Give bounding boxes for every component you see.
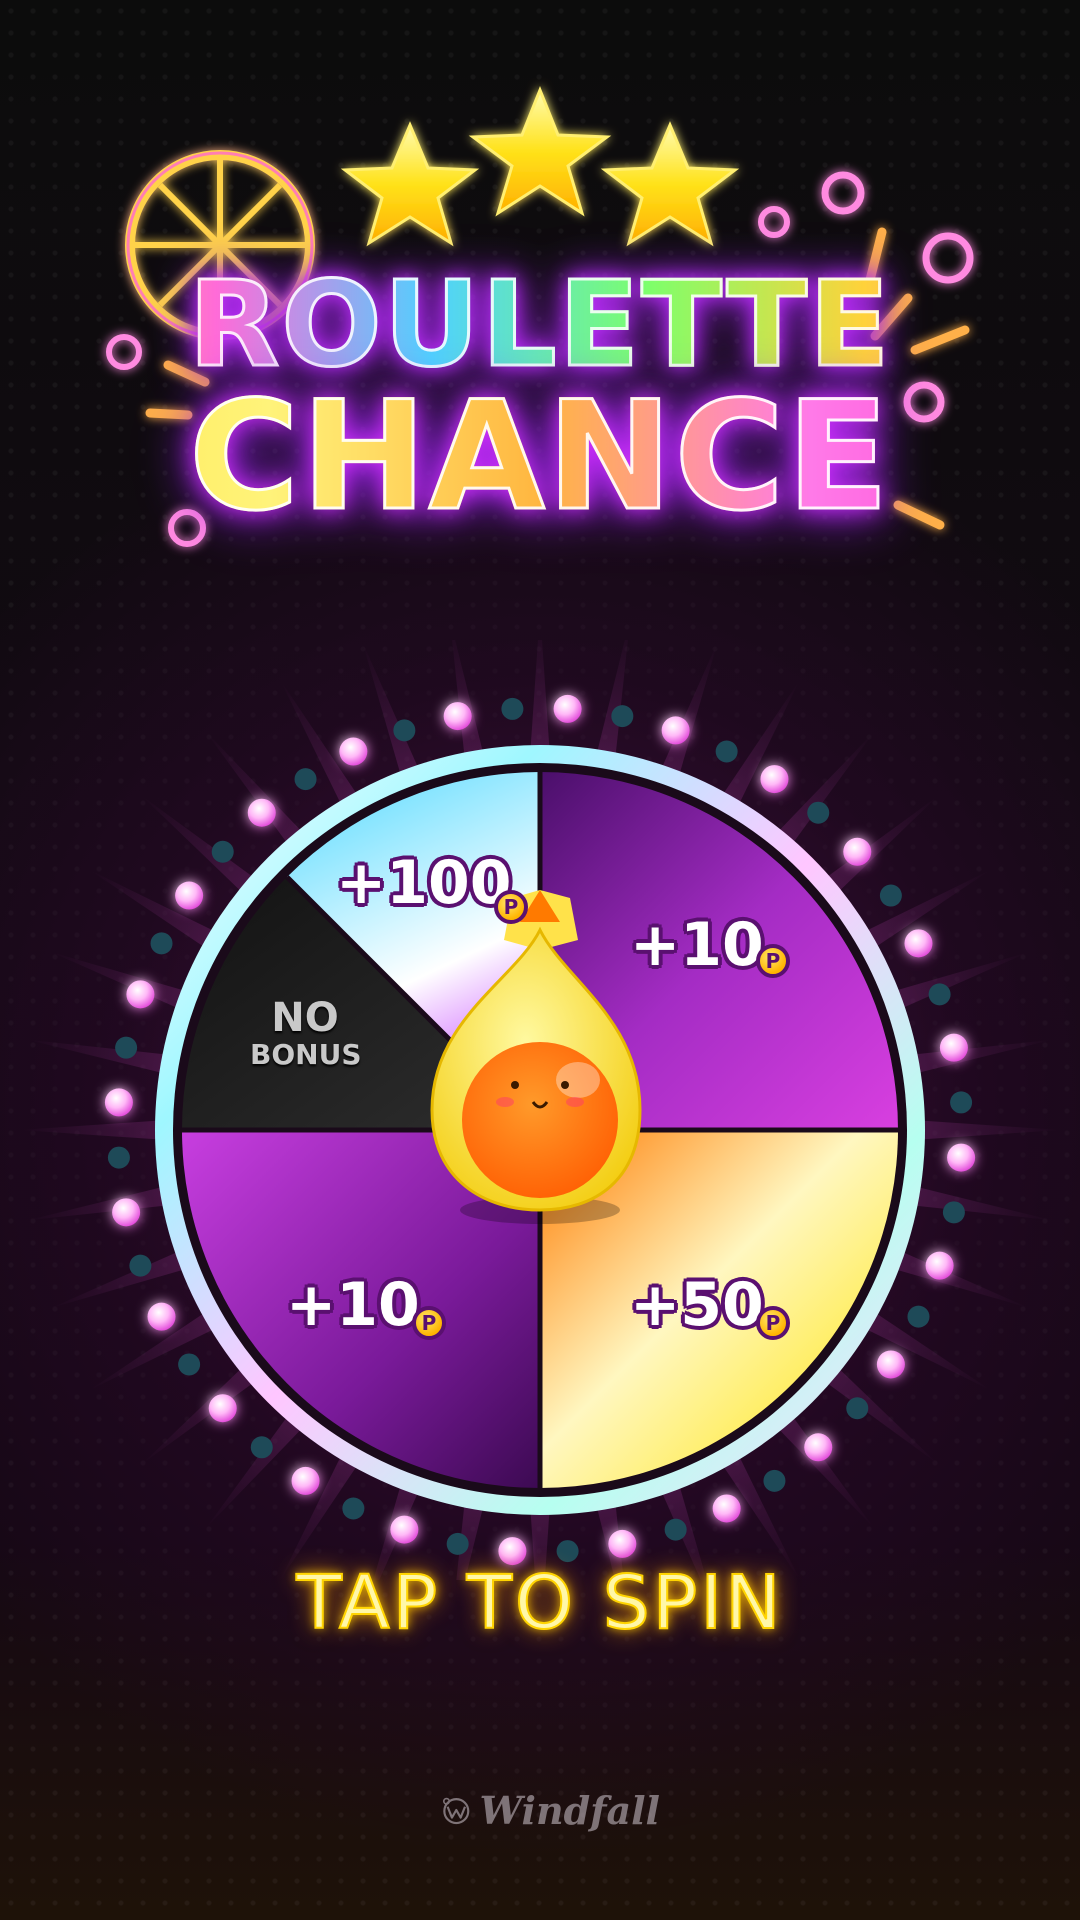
coin-icon: P bbox=[412, 1306, 446, 1340]
bulb-lit bbox=[608, 1529, 637, 1558]
bulb-dim bbox=[942, 1201, 965, 1224]
bulb-dim bbox=[611, 705, 634, 728]
bulb-dim bbox=[446, 1532, 469, 1555]
coin-icon: P bbox=[756, 944, 790, 978]
bulb-lit bbox=[553, 694, 582, 723]
coin-icon: P bbox=[756, 1306, 790, 1340]
bulb-lit bbox=[925, 1251, 954, 1280]
roulette-wheel[interactable] bbox=[0, 640, 1080, 1580]
bulb-dim bbox=[294, 768, 317, 791]
bulb-lit bbox=[661, 716, 690, 745]
bulb-dim bbox=[715, 740, 738, 763]
brand-name: Windfall bbox=[479, 1787, 660, 1833]
bulb-dim bbox=[664, 1518, 687, 1541]
bulb-lit bbox=[876, 1350, 905, 1379]
game-title: ROULETTE CHANCE bbox=[0, 0, 1080, 560]
bulb-lit bbox=[712, 1494, 741, 1523]
segment-label-plus-50: +50 bbox=[630, 1270, 764, 1340]
bulb-dim bbox=[211, 840, 234, 863]
bulb-lit bbox=[112, 1198, 141, 1227]
bulb-dim bbox=[150, 932, 173, 955]
coin-icon: P bbox=[494, 890, 528, 924]
tap-to-spin-button[interactable]: TAP TO SPIN bbox=[0, 1559, 1080, 1647]
bulb-lit bbox=[939, 1033, 968, 1062]
bulb-lit bbox=[904, 929, 933, 958]
segment-label-plus-100: +100 bbox=[336, 848, 512, 918]
bulb-dim bbox=[501, 697, 524, 720]
bulb-dim bbox=[250, 1436, 273, 1459]
bulb-lit bbox=[947, 1143, 976, 1172]
bulb-dim bbox=[807, 801, 830, 824]
bulb-dim bbox=[107, 1146, 130, 1169]
bulb-dim bbox=[928, 983, 951, 1006]
bulb-lit bbox=[443, 702, 472, 731]
bulb-dim bbox=[342, 1497, 365, 1520]
bulb-dim bbox=[129, 1254, 152, 1277]
title-chance: CHANCE bbox=[0, 369, 1080, 546]
bulb-lit bbox=[208, 1394, 237, 1423]
bulb-dim bbox=[763, 1469, 786, 1492]
bulb-lit bbox=[104, 1088, 133, 1117]
bulb-dim bbox=[907, 1305, 930, 1328]
bulb-lit bbox=[247, 798, 276, 827]
bulb-lit bbox=[291, 1466, 320, 1495]
bulb-dim bbox=[879, 884, 902, 907]
bulb-dim bbox=[178, 1353, 201, 1376]
segment-label-bonus: BONUS bbox=[250, 1038, 362, 1071]
segment-label-plus-10-bottom: +10 bbox=[286, 1270, 420, 1340]
bulb-dim bbox=[846, 1397, 869, 1420]
bulb-lit bbox=[147, 1302, 176, 1331]
bulb-dim bbox=[556, 1540, 579, 1563]
bulb-lit bbox=[339, 737, 368, 766]
brand-logo: Windfall bbox=[440, 1782, 660, 1838]
bulb-lit bbox=[126, 980, 155, 1009]
segment-label-no: NO bbox=[271, 995, 339, 1041]
bulb-lit bbox=[390, 1515, 419, 1544]
segment-label-plus-10-top: +10 bbox=[630, 910, 764, 980]
bulb-lit bbox=[843, 837, 872, 866]
windfall-logo-icon bbox=[442, 1797, 470, 1825]
bulb-dim bbox=[950, 1091, 973, 1114]
bulb-lit bbox=[760, 765, 789, 794]
bulb-lit bbox=[175, 881, 204, 910]
bulb-dim bbox=[115, 1036, 138, 1059]
bulb-dim bbox=[393, 719, 416, 742]
bulb-lit bbox=[804, 1433, 833, 1462]
